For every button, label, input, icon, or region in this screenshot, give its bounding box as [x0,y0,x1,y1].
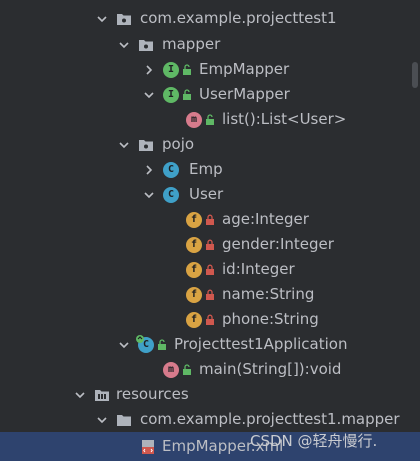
public-access-icon [183,363,191,375]
private-lock-icon [206,264,214,275]
tree-row-user-class[interactable]: C User [0,182,420,207]
interface-icon: I [163,61,179,78]
tree-row-list-method[interactable]: m list():List<User> [0,107,420,132]
tree-row-user-mapper[interactable]: I UserMapper [0,82,420,107]
interface-icon: I [163,86,179,103]
emp-mapper-label: EmpMapper [199,60,290,78]
field-icon: f [186,211,202,228]
main-method-label: main(String[]):void [199,360,342,378]
class-icon: C [163,186,179,203]
watermark: CSDN @轻舟慢行. [250,432,378,450]
chevron-down-icon[interactable] [94,11,110,27]
chevron-down-icon[interactable] [116,337,132,353]
package-icon [138,37,154,53]
user-mapper-label: UserMapper [199,85,290,103]
tree-row-field[interactable]: f gender:Integer [0,232,420,257]
project-tree: com.example.projecttest1 mapper I EmpMap… [0,0,420,461]
package-icon [116,11,132,27]
vertical-scrollbar[interactable] [412,0,418,100]
resources-folder-icon [94,387,110,403]
mapper-folder-label: mapper [162,35,221,53]
tree-row-mapper-folder[interactable]: mapper [0,32,420,57]
resources-folder-label: resources [116,385,189,403]
abstract-method-icon: m [186,111,202,128]
tree-row-resources-package[interactable]: com.example.projecttest1.mapper [0,407,420,432]
public-access-icon [158,338,166,350]
tree-row-package-root[interactable]: com.example.projecttest1 [0,6,420,31]
package-icon [138,137,154,153]
public-access-icon [183,63,191,75]
tree-row-field[interactable]: f phone:String [0,307,420,332]
public-access-icon [206,113,214,125]
private-lock-icon [206,314,214,325]
tree-row-pojo-folder[interactable]: pojo [0,132,420,157]
tree-row-emp-class[interactable]: C Emp [0,157,420,182]
tree-row-application-class[interactable]: C Projecttest1Application [0,332,420,357]
field-icon: f [186,286,202,303]
tree-row-field[interactable]: f id:Integer [0,257,420,282]
chevron-down-icon[interactable] [94,412,110,428]
folder-icon [116,412,132,428]
chevron-down-icon[interactable] [72,387,88,403]
field-label: age:Integer [222,210,309,228]
tree-row-resources-folder[interactable]: resources [0,382,420,407]
user-class-label: User [189,185,224,203]
private-lock-icon [206,214,214,225]
private-lock-icon [206,239,214,250]
field-icon: f [186,311,202,328]
field-label: gender:Integer [222,235,334,253]
public-access-icon [183,88,191,100]
private-lock-icon [206,289,214,300]
field-label: phone:String [222,310,319,328]
chevron-down-icon[interactable] [116,37,132,53]
tree-row-main-method[interactable]: m main(String[]):void [0,357,420,382]
list-method-label: list():List<User> [222,110,347,128]
method-icon: m [163,361,179,378]
chevron-down-icon[interactable] [116,137,132,153]
chevron-right-icon[interactable] [141,162,157,178]
chevron-down-icon[interactable] [141,187,157,203]
tree-row-emp-mapper[interactable]: I EmpMapper [0,57,420,82]
chevron-right-icon[interactable] [141,62,157,78]
emp-class-label: Emp [189,160,223,178]
tree-row-field[interactable]: f age:Integer [0,207,420,232]
field-icon: f [186,236,202,253]
scrollbar-thumb[interactable] [412,62,418,88]
package-root-label: com.example.projecttest1 [140,9,337,27]
pojo-folder-label: pojo [162,135,195,153]
xml-file-icon [140,439,156,455]
field-label: name:String [222,285,315,303]
chevron-down-icon[interactable] [141,87,157,103]
application-class-label: Projecttest1Application [174,335,348,353]
resources-package-label: com.example.projecttest1.mapper [140,410,400,428]
field-icon: f [186,261,202,278]
class-icon: C [163,161,179,178]
field-label: id:Integer [222,260,295,278]
tree-row-field[interactable]: f name:String [0,282,420,307]
spring-boot-class-icon: C [136,334,154,353]
